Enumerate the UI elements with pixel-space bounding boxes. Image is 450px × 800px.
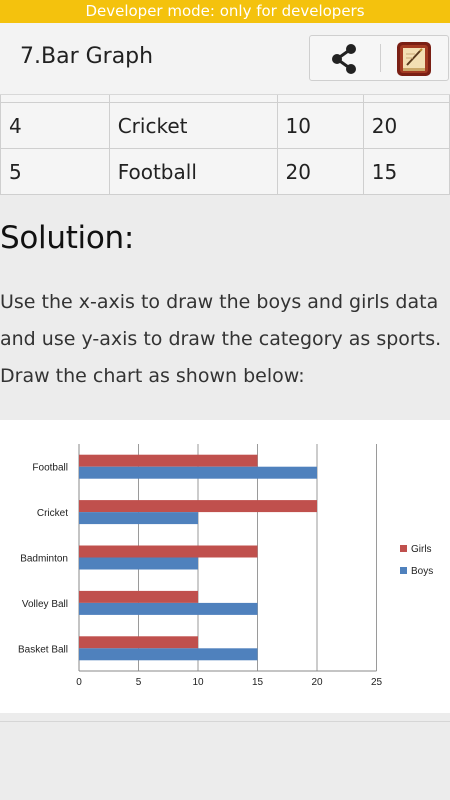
bar-boys-basket-ball [79,648,258,661]
x-tick-label: 10 [192,677,204,688]
table-cell-boys: 20 [276,148,364,195]
action-group [309,35,449,81]
share-button[interactable] [310,36,380,80]
bar-girls-cricket [79,500,317,513]
table-row: 4 Cricket 10 20 [0,102,450,149]
bar-girls-football [79,454,258,467]
share-icon [332,44,356,74]
bottom-divider [0,721,450,722]
legend-swatch-boys [400,567,407,574]
bar-girls-volley-ball [79,590,198,603]
y-category-label: Football [32,463,68,474]
table-cell-sport: Football [108,148,278,195]
table-cell-no: 4 [0,102,110,149]
y-category-label: Badminton [20,554,68,565]
bar-boys-football [79,466,317,479]
x-tick-label: 15 [252,677,264,688]
book-button[interactable] [396,41,432,77]
developer-mode-banner: Developer mode: only for developers [0,0,450,23]
solution-line: Draw the chart as shown below: [0,365,305,387]
bar-boys-badminton [79,557,198,570]
app-bar: 7.Bar Graph [0,23,450,95]
bar-girls-badminton [79,545,258,558]
action-divider [380,44,381,72]
x-tick-label: 25 [371,677,383,688]
bar-chart-card: 0 5 10 15 20 25 Basket Ball Volley Ball Badminto… [0,420,450,713]
x-tick-label: 5 [136,677,142,688]
bar-boys-cricket [79,512,198,525]
table-cell-boys: 10 [276,102,364,149]
table-cell-no: 5 [0,148,110,195]
data-table-section: 4 Cricket 10 20 5 Football 20 15 [0,95,450,199]
legend-label-boys: Boys [411,566,433,577]
legend-swatch-girls [400,545,407,552]
solution-line: Use the x-axis to draw the boys and girl… [0,291,439,313]
data-table: 4 Cricket 10 20 5 Football 20 15 [0,95,450,195]
bar-chart: 0 5 10 15 20 25 Basket Ball Volley Ball Badminto… [18,444,433,688]
solution-heading: Solution: [0,220,135,256]
solution-text: Use the x-axis to draw the boys and girl… [0,284,450,395]
page-title: 7.Bar Graph [20,44,154,69]
y-category-label: Cricket [37,508,68,519]
solution-line: and use y-axis to draw the category as s… [0,328,442,350]
table-cell-girls: 20 [362,102,450,149]
x-tick-label: 0 [76,677,82,688]
legend-label-girls: Girls [411,544,432,555]
table-row-header-stub [0,95,450,103]
table-row: 5 Football 20 15 [0,148,450,195]
table-cell-sport: Cricket [108,102,278,149]
bar-boys-volley-ball [79,602,258,615]
table-cell-girls: 15 [362,148,450,195]
bar-girls-basket-ball [79,636,198,649]
y-category-label: Basket Ball [18,644,68,655]
book-icon [397,42,431,76]
y-category-label: Volley Ball [22,599,68,610]
x-tick-label: 20 [311,677,323,688]
